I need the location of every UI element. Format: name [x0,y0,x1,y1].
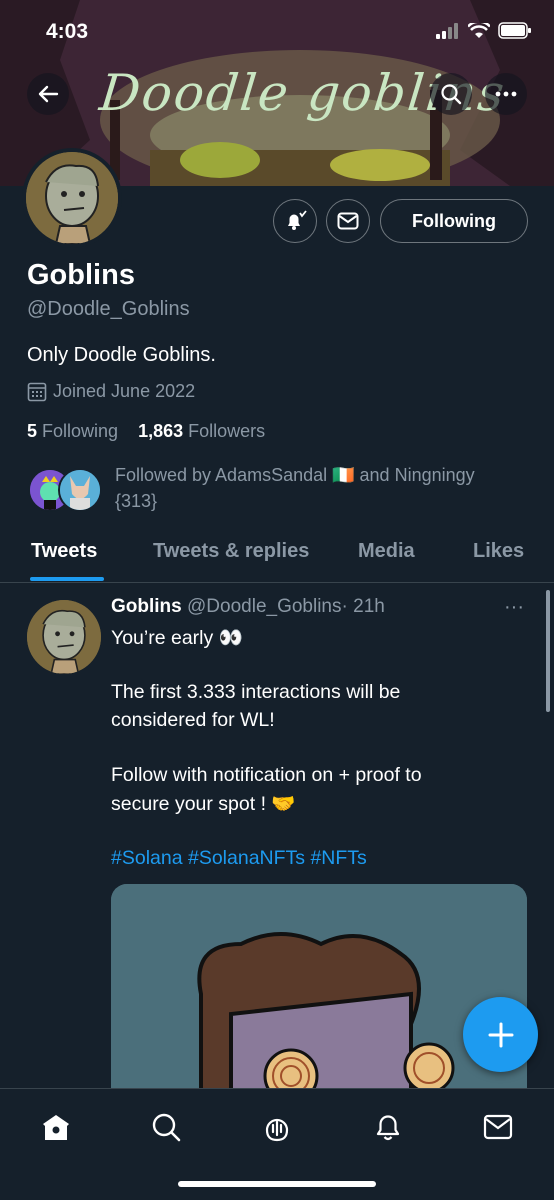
following-link[interactable]: 5 Following [27,421,118,441]
back-arrow-icon [38,85,59,103]
message-button[interactable] [326,199,370,243]
joined-text: Joined June 2022 [53,381,196,401]
tweet-hashtags[interactable]: #Solana #SolanaNFTs #NFTs [111,847,367,870]
tweet-header: Goblins @Doodle_Goblins· 21h [111,596,385,618]
tweet-media-image[interactable] [111,884,527,1114]
following-count: 5 [27,421,38,441]
tweet-text-line: The first 3.333 interactions will be [111,681,401,703]
follow-counts: 5 Following 1,863 Followers [27,421,265,442]
more-button[interactable] [485,73,527,115]
profile-tabs: Tweets Tweets & replies Media Likes [0,528,554,583]
profile-handle: @Doodle_Goblins [27,298,190,320]
tweet-text-line: You’re early 👀 [111,627,243,649]
goblin-avatar-art [27,600,101,674]
profile-name: Goblins [27,259,135,291]
follower-avatar[interactable] [58,468,102,512]
nav-home[interactable] [36,1107,76,1147]
search-icon [152,1113,181,1142]
wifi-icon [468,22,490,38]
profile-bio: Only Doodle Goblins. [27,344,216,366]
nav-search[interactable] [146,1107,186,1147]
followed-by-text[interactable]: Followed by AdamsSandal 🇮🇪 and Ningningy… [115,462,535,514]
tab-tweets[interactable]: Tweets [31,540,97,563]
mail-icon [337,212,359,230]
home-icon [43,1115,69,1140]
compose-tweet-button[interactable] [463,997,538,1072]
status-bar: 4:03 [0,0,554,60]
plus-icon [488,1022,513,1047]
messages-icon [483,1114,513,1140]
follower-avatar-art [60,470,100,510]
nav-spaces[interactable] [257,1107,297,1147]
tab-tweets-replies[interactable]: Tweets & replies [153,540,309,563]
back-button[interactable] [27,73,69,115]
goblin-avatar-art [26,152,118,244]
active-tab-indicator [30,577,104,581]
tweet-time[interactable]: 21h [353,596,385,617]
following-button[interactable]: Following [380,199,528,243]
tweet-avatar[interactable] [27,600,101,674]
more-icon [495,91,517,97]
following-label: Following [42,421,119,441]
scrollbar[interactable] [546,590,550,712]
tab-media[interactable]: Media [358,540,415,563]
spaces-icon [265,1118,289,1142]
search-button[interactable] [430,73,472,115]
search-icon [441,84,462,105]
bell-icon [288,210,307,230]
followed-by-line2: {313} [115,491,158,511]
tweet-text-line: Follow with notification on + proof to [111,764,422,786]
followers-count: 1,863 [138,421,184,441]
followers-link[interactable]: 1,863 Followers [138,421,265,441]
nav-notifications[interactable] [368,1107,408,1147]
calendar-icon [27,382,47,401]
home-indicator [178,1181,376,1187]
tweet-author-name[interactable]: Goblins [111,596,182,617]
notifications-icon [376,1115,400,1141]
joined-date: Joined June 2022 [27,381,195,402]
followers-label: Followers [188,421,266,441]
nav-messages[interactable] [478,1107,518,1147]
status-icons [436,22,532,39]
tab-likes[interactable]: Likes [473,540,524,563]
followed-by-line1: Followed by AdamsSandal 🇮🇪 and Ningningy [115,465,475,485]
tweet-separator: · [341,596,348,617]
tweet-text-line: secure your spot ! 🤝 [111,793,296,815]
battery-icon [498,22,531,39]
tweet-text-line: considered for WL! [111,709,275,731]
signal-icon [436,22,458,39]
status-time: 4:03 [46,20,89,43]
profile-avatar[interactable] [22,148,122,248]
goblin-media-art [111,884,527,1114]
tweet-author-handle[interactable]: @Doodle_Goblins [187,596,342,617]
notifications-toggle-button[interactable] [273,199,317,243]
tweet-more-button[interactable]: ··· [504,596,524,619]
